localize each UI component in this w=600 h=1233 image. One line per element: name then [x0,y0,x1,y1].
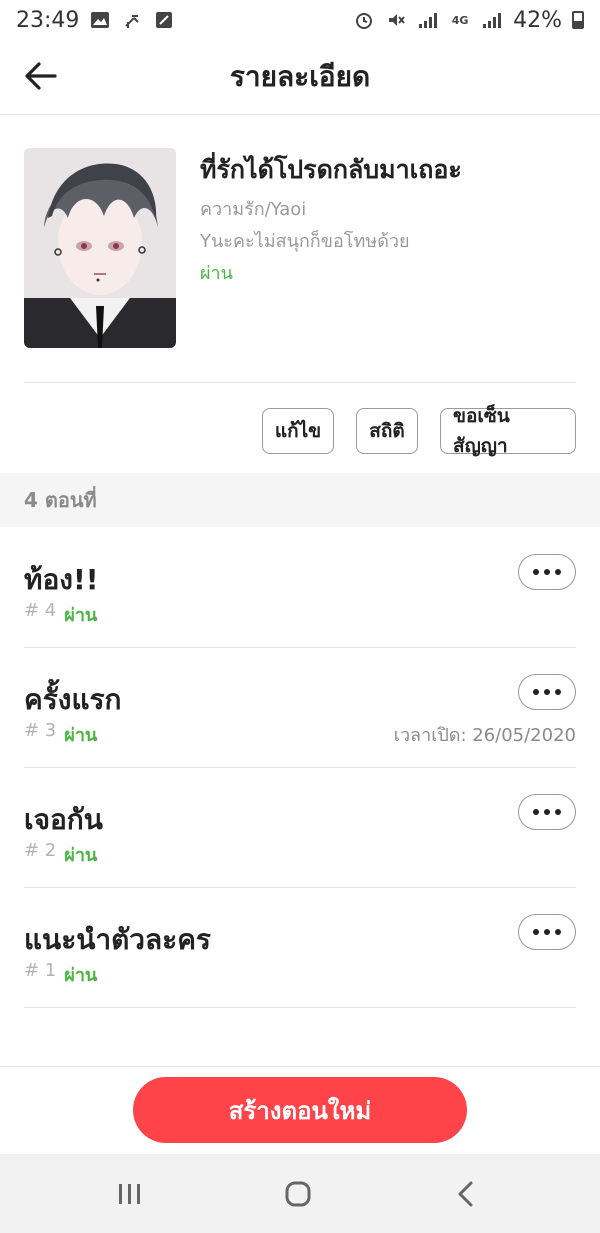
signal-icon [481,9,503,31]
dot-icon [555,809,561,815]
dot-icon [555,569,561,575]
episode-meta: # 2 ผ่าน [24,840,97,869]
dot-icon [533,809,539,815]
episode-number: # 2 [24,840,57,861]
dot-icon [533,929,539,935]
edit-button[interactable]: แก้ไข [262,408,334,454]
status-left: 23:49 [16,8,175,33]
episode-title: เจอกัน [24,803,103,836]
list-item[interactable]: แนะนำตัวละคร # 1 ผ่าน [24,888,576,1008]
more-options-button[interactable] [518,914,576,950]
episode-title: ท้อง!! [24,563,99,596]
dot-icon [555,929,561,935]
episode-title: ครั้งแรก [24,683,122,716]
episodes-count: 4 ตอนที่ [24,488,97,512]
usb-icon [121,9,143,31]
action-buttons: แก้ไข สถิติ ขอเซ็นสัญญา [262,405,576,457]
list-item[interactable]: ครั้งแรก # 3 ผ่าน เวลาเปิด: 26/05/2020 [24,648,576,768]
battery-icon [572,11,584,29]
4g-icon: 4G [451,13,469,27]
recents-icon [119,1184,140,1204]
dot-icon [533,689,539,695]
arrow-left-icon [25,62,57,90]
book-genre: ความรัก/Yaoi [200,199,307,220]
back-button[interactable] [16,52,64,100]
episode-number: # 1 [24,960,57,981]
book-title: ที่รักได้โปรดกลับมาเถอะ [200,155,462,184]
dot-icon [544,569,550,575]
dot-icon [544,689,550,695]
episode-meta: # 1 ผ่าน [24,960,97,989]
dot-icon [555,689,561,695]
bottom-bar: สร้างตอนใหม่ [0,1066,600,1155]
episode-status: ผ่าน [64,605,98,626]
more-options-button[interactable] [518,794,576,830]
book-description: Yนะคะไม่สนุกก็ขอโทษด้วย [200,231,410,252]
divider [24,382,576,383]
list-item[interactable]: เจอกัน # 2 ผ่าน [24,768,576,888]
stats-button[interactable]: สถิติ [356,408,418,454]
nav-back-button[interactable] [446,1174,486,1214]
book-cover[interactable] [24,148,176,348]
episode-meta: # 3 ผ่าน [24,720,97,749]
header: รายละเอียด [0,40,600,115]
battery-percent: 42% [513,7,562,33]
gallery-icon [89,9,111,31]
book-info: ที่รักได้โปรดกลับมาเถอะ ความรัก/Yaoi Yนะ… [24,148,576,348]
app-icon [153,9,175,31]
status-time: 23:49 [16,7,80,33]
sign-contract-button[interactable]: ขอเซ็นสัญญา [440,405,576,457]
episode-open-time: เวลาเปิด: 26/05/2020 [393,725,576,746]
episode-number: # 3 [24,720,57,741]
home-button[interactable] [278,1174,318,1214]
more-options-button[interactable] [518,554,576,590]
dot-icon [544,809,550,815]
back-icon [458,1181,473,1207]
signal-icon [417,9,439,31]
mute-icon [385,9,407,31]
dot-icon [533,569,539,575]
home-icon [285,1181,311,1207]
alarm-icon [353,9,375,31]
dot-icon [544,929,550,935]
episode-title: แนะนำตัวละคร [24,923,211,956]
more-options-button[interactable] [518,674,576,710]
page-title: รายละเอียด [229,60,371,93]
create-episode-button[interactable]: สร้างตอนใหม่ [133,1077,467,1143]
recents-button[interactable] [110,1174,150,1214]
episode-status: ผ่าน [64,725,98,746]
status-bar: 23:49 4G 42% [0,0,600,40]
system-nav-bar [0,1154,600,1233]
episode-status: ผ่าน [64,845,98,866]
episode-number: # 4 [24,600,57,621]
list-item[interactable]: ท้อง!! # 4 ผ่าน [24,528,576,648]
episode-status: ผ่าน [64,965,98,986]
episode-meta: # 4 ผ่าน [24,600,97,629]
episodes-header: 4 ตอนที่ [0,473,600,527]
book-status: ผ่าน [200,263,233,284]
status-right: 4G 42% [353,8,584,33]
